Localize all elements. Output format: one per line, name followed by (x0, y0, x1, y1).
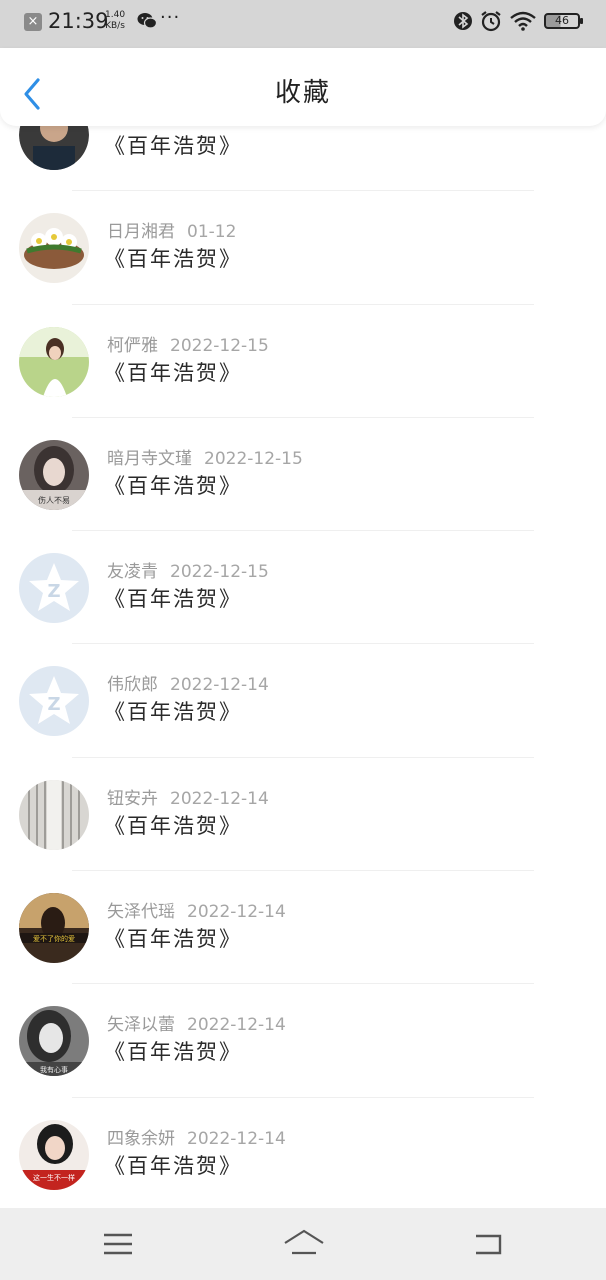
item-title[interactable]: 《百年浩贺》 (104, 810, 242, 840)
page-title: 收藏 (274, 78, 331, 108)
item-title[interactable]: 《百年浩贺》 (104, 1036, 242, 1066)
avatar[interactable]: Z (19, 666, 89, 737)
item-title[interactable]: 《百年浩贺》 (104, 1150, 242, 1180)
avatar[interactable] (19, 213, 89, 284)
svg-text:Z: Z (47, 581, 60, 602)
author-name: 四象余妍 (107, 1128, 175, 1149)
avatar[interactable]: 我有心事 (19, 1006, 89, 1077)
item-meta: 伟欣郎 2022-12-14 (107, 670, 269, 695)
item-title[interactable]: 《百年浩贺》 (104, 357, 242, 387)
avatar[interactable]: 这一生不一样 (19, 1119, 89, 1190)
author-name: 日月湘君 (107, 222, 175, 243)
svg-text:Z: Z (47, 694, 60, 715)
item-date: 2022-12-14 (187, 1128, 286, 1149)
list-item[interactable]: 钮安卉 2022-12-14 《百年浩贺》 (0, 758, 606, 872)
menu-icon (104, 1233, 132, 1255)
author-name: 钮安卉 (107, 788, 158, 809)
svg-text:这一生不一样: 这一生不一样 (33, 1173, 75, 1182)
avatar[interactable] (19, 126, 89, 170)
avatar[interactable] (19, 326, 89, 397)
author-name: 矢泽代瑶 (107, 902, 175, 923)
item-date: 2022-12-15 (204, 448, 303, 469)
item-title[interactable]: 《百年浩贺》 (104, 923, 242, 953)
home-icon (284, 1229, 324, 1255)
list-item[interactable]: 我有心事 矢泽以蕾 2022-12-14 《百年浩贺》 (0, 984, 606, 1098)
item-date: 2022-12-14 (170, 675, 269, 696)
list-item[interactable]: 日月湘君 01-12 《百年浩贺》 (0, 191, 606, 305)
menu-button[interactable] (98, 1226, 138, 1262)
wifi-icon (510, 11, 536, 31)
wechat-icon (137, 13, 157, 29)
network-speed-unit: KB/s (105, 21, 125, 31)
item-date: 2022-12-14 (170, 788, 269, 809)
item-title[interactable]: 《百年浩贺》 (104, 696, 242, 726)
back-nav-button[interactable] (468, 1226, 508, 1262)
status-right-icons: 46 (454, 10, 583, 32)
item-meta: 柯俨雅 2022-12-15 (107, 331, 269, 356)
avatar[interactable]: Z (19, 553, 89, 624)
battery-level: 46 (555, 14, 569, 27)
author-name: 友凌青 (107, 562, 158, 583)
avatar[interactable] (19, 779, 89, 850)
system-nav-bar (0, 1208, 606, 1280)
list-item[interactable]: 这一生不一样 四象余妍 2022-12-14 《百年浩贺》 (0, 1098, 606, 1208)
svg-text:我有心事: 我有心事 (40, 1065, 68, 1074)
item-date: 2022-12-15 (170, 562, 269, 583)
svg-text:爱不了你的爱: 爱不了你的爱 (33, 934, 75, 943)
item-title[interactable]: 《百年浩贺》 (104, 130, 242, 160)
list-item[interactable]: 爱不了你的爱 矢泽代瑶 2022-12-14 《百年浩贺》 (0, 871, 606, 985)
item-title[interactable]: 《百年浩贺》 (104, 470, 242, 500)
home-button[interactable] (282, 1226, 326, 1262)
status-bar: × 21:39 1.40 KB/s ··· 46 (0, 0, 606, 48)
back-icon (476, 1234, 502, 1255)
author-name: 矢泽以蕾 (107, 1015, 175, 1036)
item-meta: 矢泽代瑶 2022-12-14 (107, 897, 286, 922)
item-date: 2022-12-14 (187, 1015, 286, 1036)
item-meta: 日月湘君 01-12 (107, 217, 236, 242)
list-item[interactable]: 《百年浩贺》 (0, 126, 606, 192)
avatar[interactable]: 爱不了你的爱 (19, 893, 89, 964)
item-meta: 钮安卉 2022-12-14 (107, 784, 269, 809)
author-name: 暗月寺文瑾 (107, 448, 192, 469)
bluetooth-icon (454, 12, 472, 30)
list-item[interactable]: 伤人不易 暗月寺文瑾 2022-12-15 《百年浩贺》 (0, 418, 606, 532)
network-speed: 1.40 KB/s (105, 10, 125, 32)
status-time: 21:39 (48, 9, 109, 33)
alarm-icon (481, 11, 501, 32)
list-item[interactable]: 柯俨雅 2022-12-15 《百年浩贺》 (0, 305, 606, 418)
favorites-list[interactable]: 《百年浩贺》 日月湘君 01-12 《百年浩贺》 柯俨雅 2022-12-15 《百年浩贺》… (0, 126, 606, 1208)
favorites-list-inner: 《百年浩贺》 日月湘君 01-12 《百年浩贺》 柯俨雅 2022-12-15 《百年浩贺》… (0, 126, 606, 1208)
author-name: 柯俨雅 (107, 335, 158, 356)
item-meta: 友凌青 2022-12-15 (107, 557, 269, 582)
item-title[interactable]: 《百年浩贺》 (104, 583, 242, 613)
app-header: 收藏 (0, 48, 606, 126)
list-item[interactable]: Z 伟欣郎 2022-12-14 《百年浩贺》 (0, 644, 606, 758)
item-title[interactable]: 《百年浩贺》 (104, 243, 242, 273)
item-date: 2022-12-14 (187, 902, 286, 923)
author-name: 伟欣郎 (107, 675, 158, 696)
avatar[interactable]: 伤人不易 (19, 439, 89, 510)
item-date: 01-12 (187, 222, 237, 243)
item-meta: 矢泽以蕾 2022-12-14 (107, 1010, 286, 1035)
item-meta: 四象余妍 2022-12-14 (107, 1124, 286, 1149)
battery-icon: 46 (544, 13, 583, 29)
network-speed-value: 1.40 (105, 10, 126, 20)
item-meta: 暗月寺文瑾 2022-12-15 (107, 444, 303, 469)
list-item[interactable]: Z 友凌青 2022-12-15 《百年浩贺》 (0, 531, 606, 645)
more-notifications-icon: ··· (160, 7, 181, 28)
svg-text:伤人不易: 伤人不易 (38, 495, 70, 505)
item-date: 2022-12-15 (170, 335, 269, 356)
close-notification-icon: × (24, 13, 42, 31)
